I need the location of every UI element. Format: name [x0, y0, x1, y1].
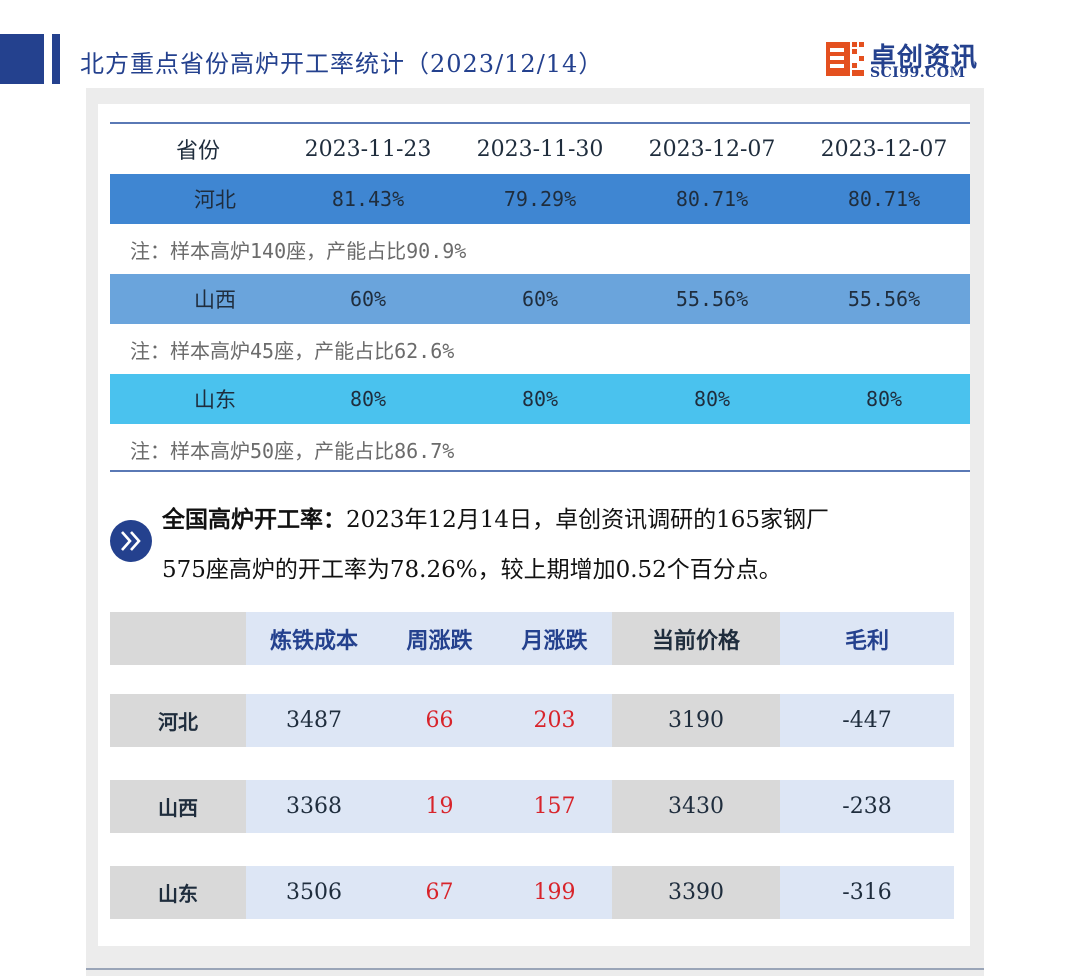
- header-date-4: 2023-12-07: [820, 136, 948, 162]
- rate-value: 55.56%: [847, 287, 921, 311]
- rate-row-shanxi: 山西 60% 60% 55.56% 55.56%: [110, 274, 970, 324]
- header-date-3: 2023-12-07: [648, 136, 776, 162]
- summary-line-2: 575座高炉的开工率为78.26%，较上期增加0.52个百分点。: [162, 557, 782, 583]
- cost-table: 炼铁成本 周涨跌 月涨跌 当前价格 毛利 河北 3487 66 203 3190…: [110, 612, 954, 922]
- rate-table-bottom-rule: [110, 470, 970, 472]
- province-name: 山东: [158, 882, 198, 906]
- header-month-change: 月涨跌: [521, 628, 588, 654]
- rate-row-hebei: 河北 81.43% 79.29% 80.71% 80.71%: [110, 174, 970, 224]
- header-price: 当前价格: [651, 628, 740, 654]
- rate-note-hebei: 注：样本高炉140座，产能占比90.9%: [130, 238, 467, 263]
- rate-value: 80.71%: [847, 187, 921, 211]
- rate-value: 60%: [349, 287, 387, 311]
- margin-value: -316: [842, 880, 892, 905]
- rate-note-shandong: 注：样本高炉50座，产能占比86.7%: [130, 438, 455, 463]
- cost-header-cell: [110, 612, 246, 665]
- margin-value: -238: [842, 794, 892, 819]
- summary-text: 全国高炉开工率：2023年12月14日，卓创资讯调研的165家钢厂 575座高炉…: [162, 500, 942, 590]
- cost-value: 3506: [286, 880, 342, 905]
- province-name: 山西: [194, 288, 236, 312]
- rate-value: 55.56%: [675, 287, 749, 311]
- province-name: 山东: [194, 388, 236, 412]
- rate-value: 81.43%: [331, 187, 405, 211]
- rate-value: 80.71%: [675, 187, 749, 211]
- month-change-value: 203: [533, 708, 576, 733]
- margin-value: -447: [842, 708, 892, 733]
- rate-value: 80%: [865, 387, 903, 411]
- logo-subtext: SCI99.COM: [870, 65, 966, 81]
- sci99-logo: 卓创资讯 SCI99.COM: [826, 40, 1006, 82]
- rate-table-header: 省份 2023-11-23 2023-11-30 2023-12-07 2023…: [110, 124, 970, 174]
- ghost-text-right: 较: [1010, 554, 1033, 579]
- province-name: 河北: [158, 710, 198, 734]
- week-change-value: 19: [425, 794, 454, 819]
- header-margin: 毛利: [844, 628, 889, 654]
- chevron-right-icon: [110, 520, 152, 562]
- week-change-value: 66: [425, 708, 454, 733]
- bottom-divider: [86, 968, 984, 970]
- rate-note-shanxi: 注：样本高炉45座，产能占比62.6%: [130, 338, 455, 363]
- province-name: 山西: [158, 796, 198, 820]
- header-cost: 炼铁成本: [269, 628, 358, 654]
- rate-value: 80%: [693, 387, 731, 411]
- cost-value: 3487: [286, 708, 342, 733]
- province-name: 河北: [194, 188, 236, 212]
- summary-label: 全国高炉开工率：: [162, 507, 346, 533]
- price-value: 3430: [668, 794, 724, 819]
- header-accent-bar-thin: [52, 34, 60, 84]
- page-title: 北方重点省份高炉开工率统计（2023/12/14）: [80, 50, 604, 78]
- header-date-1: 2023-11-23: [304, 136, 432, 162]
- rate-value: 60%: [521, 287, 559, 311]
- logo-mark-icon: [826, 42, 864, 76]
- header-week-change: 周涨跌: [406, 628, 473, 654]
- price-value: 3190: [668, 708, 724, 733]
- ghost-text-left: 全国高 上期上: [18, 550, 78, 602]
- rate-row-shandong: 山东 80% 80% 80% 80%: [110, 374, 970, 424]
- rate-value: 80%: [349, 387, 387, 411]
- header-accent-bar: [0, 34, 44, 84]
- rate-value: 80%: [521, 387, 559, 411]
- month-change-value: 199: [533, 880, 576, 905]
- header-date-2: 2023-11-30: [476, 136, 604, 162]
- month-change-value: 157: [533, 794, 576, 819]
- rate-value: 79.29%: [503, 187, 577, 211]
- cost-value: 3368: [286, 794, 342, 819]
- week-change-value: 67: [425, 880, 454, 905]
- summary-line-1: 2023年12月14日，卓创资讯调研的165家钢厂: [346, 507, 829, 533]
- header-province: 省份: [176, 139, 221, 164]
- price-value: 3390: [668, 880, 724, 905]
